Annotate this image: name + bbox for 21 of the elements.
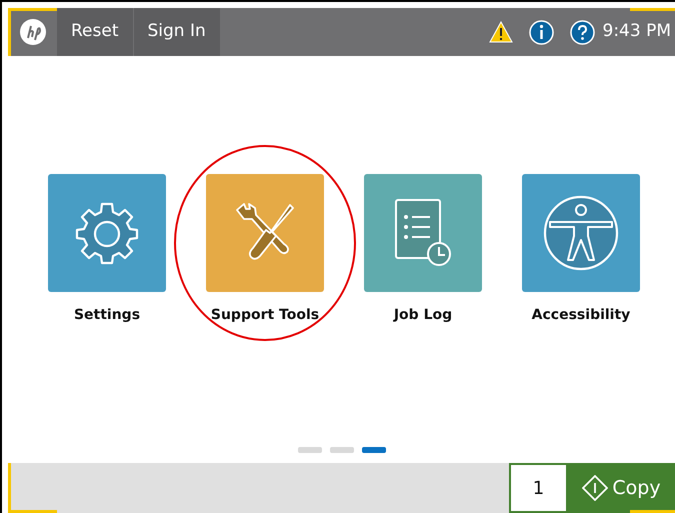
help-icon[interactable] — [570, 20, 594, 44]
tile-label: Settings — [74, 306, 140, 325]
gear-icon — [74, 200, 140, 266]
header-button[interactable]: Reset — [57, 8, 134, 56]
page-indicator[interactable] — [362, 447, 386, 453]
app-tile[interactable] — [522, 174, 640, 292]
header-button[interactable]: Sign In — [134, 8, 221, 56]
copies-field[interactable]: 1 — [509, 463, 568, 513]
warning-icon[interactable] — [488, 21, 512, 43]
accessibility-icon — [542, 194, 620, 272]
app-tile[interactable] — [206, 174, 324, 292]
tile-label: Support Tools — [210, 306, 320, 325]
start-icon — [582, 475, 608, 501]
tile-label: Job Log — [394, 306, 452, 325]
app-tile[interactable] — [364, 174, 482, 292]
copy-button[interactable]: Copy — [568, 463, 675, 513]
clock-time: 9:43 PM — [602, 20, 672, 44]
info-icon[interactable] — [528, 20, 554, 44]
logo-icon — [18, 18, 46, 46]
app-tile[interactable] — [48, 174, 166, 292]
tile-label: Accessibility — [532, 306, 630, 325]
